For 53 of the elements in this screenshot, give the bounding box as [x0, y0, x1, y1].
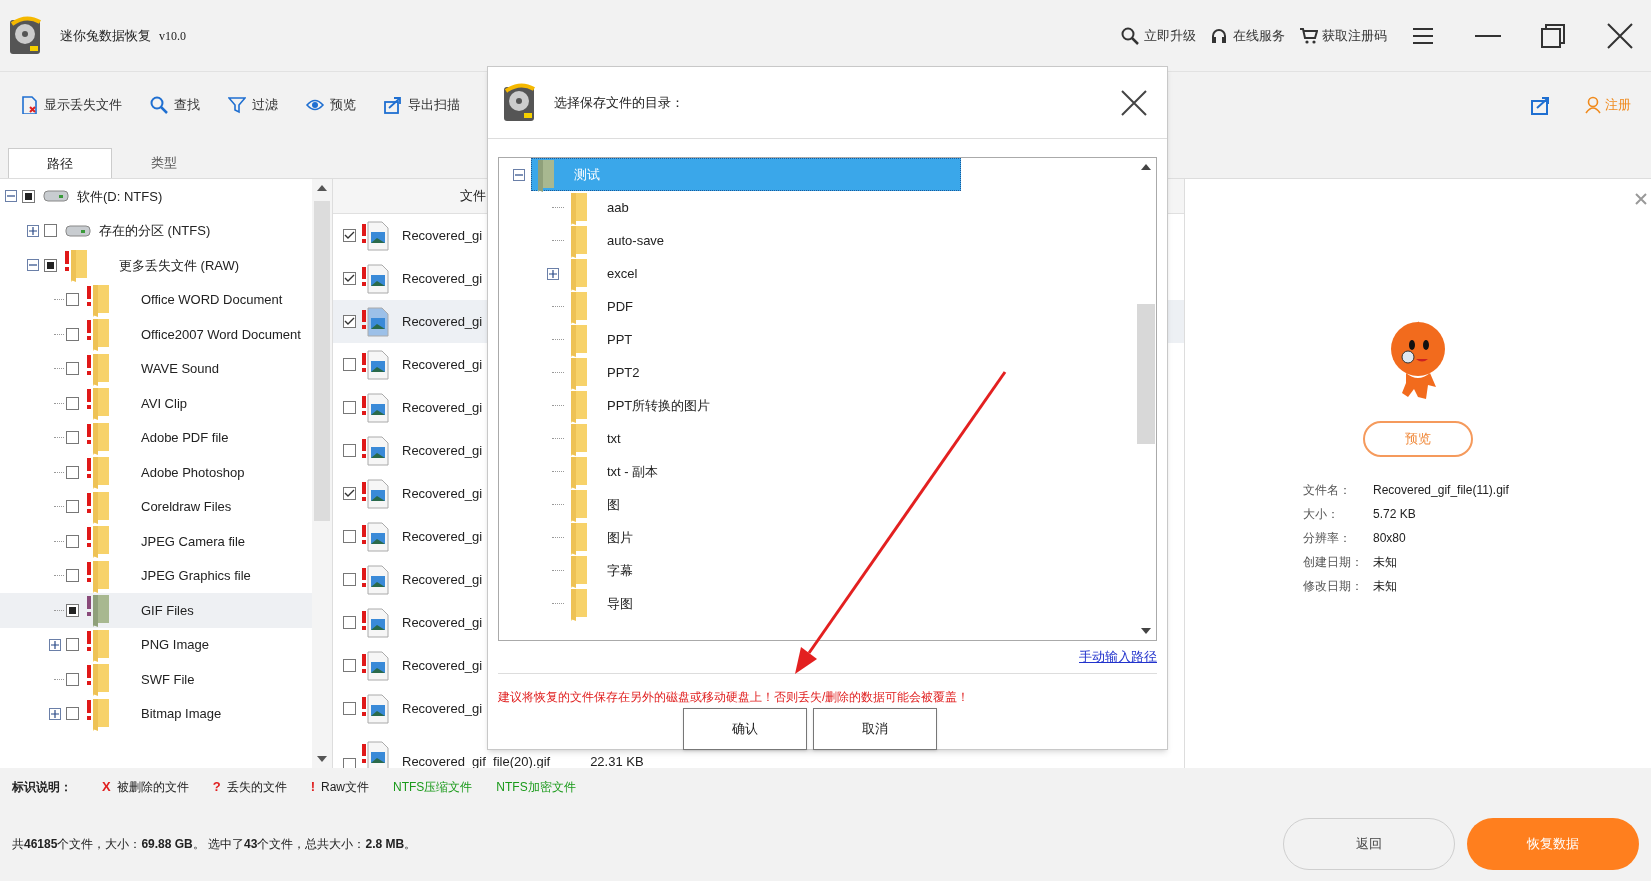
tree-label: Office WORD Document [141, 291, 283, 309]
file-name: Recovered_gi [402, 699, 483, 718]
tree-label: JPEG Camera file [141, 532, 246, 551]
tree-label: Office2007 Word Document [141, 325, 301, 344]
info-label: 分辨率： [1303, 530, 1352, 547]
tree-label: JPEG Graphics file [141, 567, 251, 585]
file-name: Recovered_gi [402, 398, 483, 417]
file-name: Recovered_gi [402, 355, 483, 374]
tree-label: Bitmap Image [141, 705, 222, 723]
legend-label: 丢失的文件 [226, 779, 287, 796]
info-value: 未知 [1373, 578, 1398, 595]
info-value: 未知 [1373, 554, 1398, 571]
dialog-title: 选择保存文件的目录： [554, 93, 684, 112]
legend-mark: X [102, 778, 111, 797]
info-label: 修改日期： [1303, 578, 1364, 595]
info-value: 80x80 [1373, 530, 1407, 547]
file-name: Recovered_gi [402, 527, 483, 546]
file-name: Recovered_gi [402, 441, 483, 460]
tree-label: 存在的分区 (NTFS) [99, 222, 211, 240]
summary-text: 共46185个文件，大小：69.88 GB。 选中了43个文件，总共大小：2.8 MB。 [12, 835, 417, 853]
legend-mark: ! [310, 778, 315, 797]
info-label: 文件名： [1303, 482, 1352, 499]
tree-label: WAVE Sound [141, 360, 220, 378]
tree-label: Adobe PDF file [141, 429, 229, 447]
info-value: Recovered_gif_file(11).gif [1373, 482, 1510, 499]
tree-label: 更多丢失文件 (RAW) [119, 256, 240, 275]
tree-label: PNG Image [141, 636, 209, 654]
window-title: 迷你兔数据恢复 [60, 26, 151, 45]
file-name: Recovered_gi [402, 269, 483, 288]
file-name: Recovered_gi [402, 656, 483, 675]
legend-title: 标识说明： [12, 779, 72, 796]
legend-label: Raw文件 [320, 779, 369, 796]
legend-label: NTFS加密文件 [496, 779, 576, 796]
legend-label: 被删除的文件 [116, 779, 189, 796]
tree-label: SWF File [141, 670, 195, 689]
file-name: Recovered_gi [402, 613, 483, 632]
legend-mark: ? [212, 778, 221, 797]
version-label: v10.0 [159, 27, 186, 45]
tree-label: Adobe Photoshop [141, 463, 245, 482]
tree-label: AVI Clip [141, 394, 187, 413]
file-name: Recovered_gi [402, 570, 483, 589]
tree-label: 软件(D: NTFS) [77, 187, 163, 206]
warning-text: 建议将恢复的文件保存在另外的磁盘或移动硬盘上！否则丢失/删除的数据可能会被覆盖！ [498, 688, 971, 706]
file-size: 22.31 KB [590, 752, 644, 768]
file-name: Recovered_gi [402, 484, 483, 503]
tree-label: Coreldraw Files [141, 498, 232, 516]
legend-label: NTFS压缩文件 [393, 779, 473, 796]
info-label: 创建日期： [1303, 554, 1364, 571]
file-name: Recovered_gi [402, 226, 483, 245]
info-value: 5.72 KB [1373, 506, 1417, 523]
tree-label: GIF Files [141, 601, 194, 620]
file-name: Recovered_gi [402, 312, 483, 331]
info-label: 大小： [1303, 506, 1340, 523]
